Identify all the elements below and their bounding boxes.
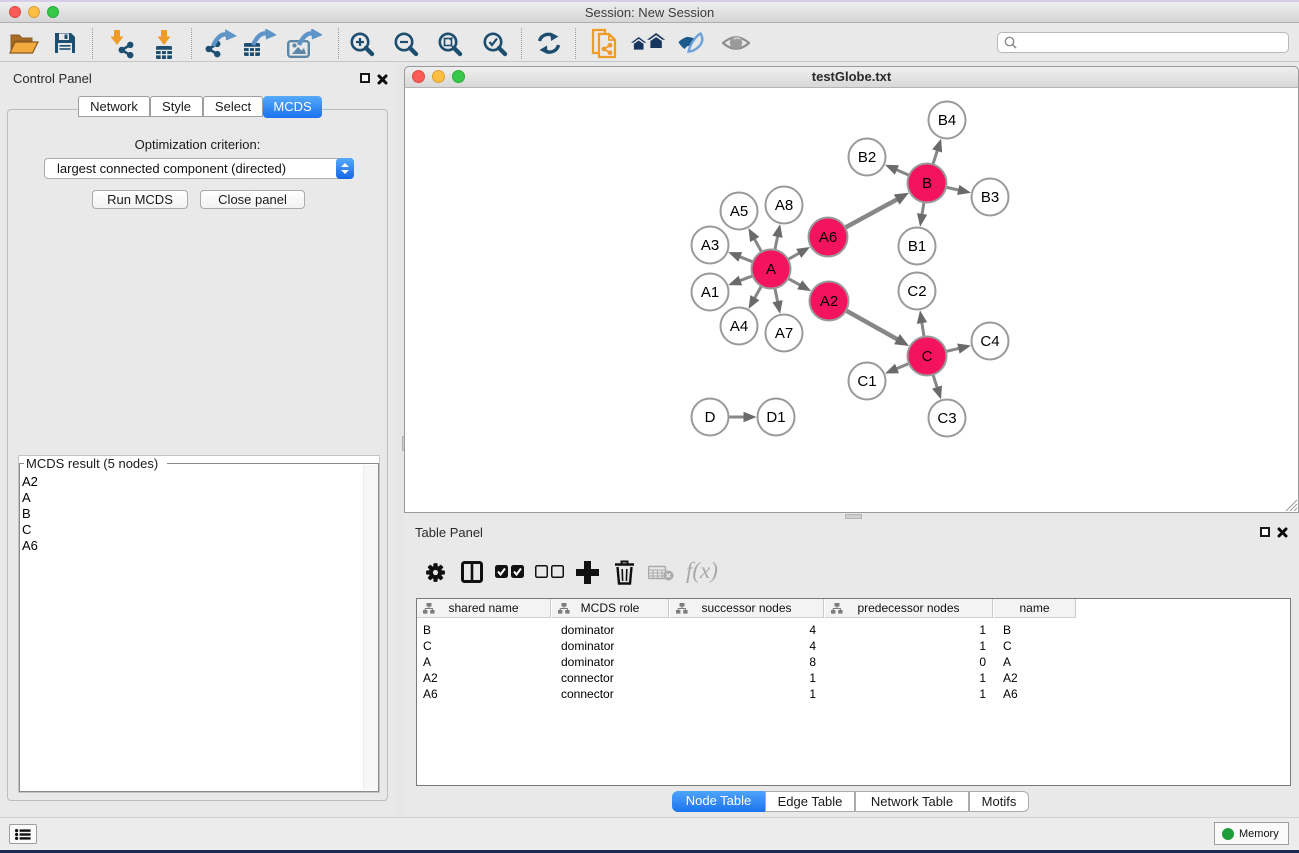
svg-text:A8: A8 [775,197,793,214]
svg-text:B3: B3 [981,189,999,206]
svg-text:A6: A6 [819,229,837,246]
svg-text:B1: B1 [908,238,926,255]
svg-text:C2: C2 [907,283,926,300]
svg-text:D: D [705,409,716,426]
svg-text:C1: C1 [857,373,876,390]
svg-text:A2: A2 [820,293,838,310]
svg-text:A: A [766,261,776,278]
svg-text:A1: A1 [701,284,719,301]
svg-text:A4: A4 [730,318,748,335]
svg-text:C: C [922,348,933,365]
svg-text:D1: D1 [766,409,785,426]
svg-text:A5: A5 [730,203,748,220]
svg-text:B: B [922,175,932,192]
svg-text:C4: C4 [980,333,999,350]
svg-text:B4: B4 [938,112,956,129]
svg-text:B2: B2 [858,149,876,166]
svg-text:C3: C3 [937,410,956,427]
svg-text:A7: A7 [775,325,793,342]
svg-text:A3: A3 [701,237,719,254]
